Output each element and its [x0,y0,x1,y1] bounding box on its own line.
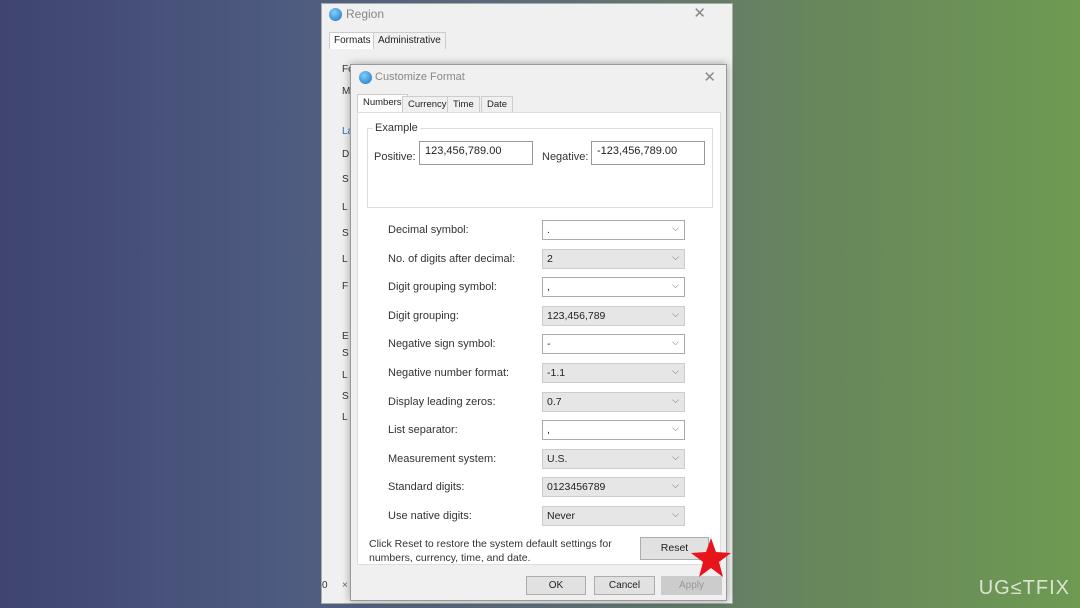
close-icon[interactable]: ✕ [693,4,706,22]
setting-row: Digit grouping symbol: , ⌵ [388,277,688,298]
example-legend: Example [373,122,420,134]
globe-icon [359,71,372,84]
setting-value: 123,456,789 [547,309,606,322]
chevron-down-icon[interactable]: ⌵ [672,366,679,377]
setting-label: Negative sign symbol: [388,338,496,351]
setting-combo[interactable]: 123,456,789 ⌵ [542,305,685,326]
partial-label: D [342,149,350,160]
setting-row: List separator: , ⌵ [388,420,688,441]
tab-time[interactable]: Time [447,96,480,113]
setting-row: Standard digits: 0123456789 ⌵ [388,477,688,498]
setting-label: Measurement system: [388,452,497,465]
setting-row: Negative number format: -1.1 ⌵ [388,363,688,383]
tab-currency[interactable]: Currency [402,96,453,113]
setting-value: , [547,281,550,294]
setting-label: List separator: [388,424,458,437]
watermark-logo: UG≤TFIX [978,577,1070,599]
close-icon[interactable]: ✕ [703,68,716,86]
tab-formats[interactable]: Formats [329,32,376,49]
tab-administrative[interactable]: Administrative [373,32,446,49]
setting-label: Use native digits: [388,510,472,522]
partial-label: F [342,281,349,292]
setting-combo[interactable]: , ⌵ [542,420,685,441]
setting-combo[interactable]: 2 ⌵ [542,248,685,269]
tab-date[interactable]: Date [481,96,514,113]
setting-value: -1.1 [547,367,566,379]
setting-row: Measurement system: U.S. ⌵ [388,448,688,469]
close-icon[interactable]: × [342,580,348,591]
negative-value: -123,456,789.00 [591,141,705,165]
region-title: Region [346,7,385,21]
setting-row: Decimal symbol: . ⌵ [388,220,688,240]
ok-button[interactable]: OK [526,576,586,595]
setting-label: Digit grouping: [388,309,459,322]
setting-label: Decimal symbol: [388,224,469,236]
setting-value: - [547,338,551,351]
setting-value: . [547,224,550,236]
setting-combo[interactable]: - ⌵ [542,334,685,355]
chevron-down-icon[interactable]: ⌵ [672,223,679,234]
dialog-title: Customize Format [375,71,465,83]
setting-value: U.S. [547,452,568,465]
globe-icon [329,8,342,21]
chevron-down-icon[interactable]: ⌵ [672,452,679,463]
partial-label: S [342,348,349,359]
setting-value: 0.7 [547,395,562,408]
example-group: Example Positive: 123,456,789.00 Negativ… [367,122,713,208]
chevron-down-icon[interactable]: ⌵ [672,395,679,406]
partial-label: L [342,254,348,265]
setting-combo[interactable]: Never ⌵ [542,506,685,526]
partial-label: L [342,370,348,381]
partial-label: E [342,331,349,342]
setting-row: No. of digits after decimal: 2 ⌵ [388,248,688,269]
setting-row: Digit grouping: 123,456,789 ⌵ [388,305,688,326]
setting-value: 2 [547,252,553,265]
setting-value: 0123456789 [547,481,606,494]
chevron-down-icon[interactable]: ⌵ [672,423,679,434]
chevron-down-icon[interactable]: ⌵ [672,280,679,291]
setting-label: Standard digits: [388,481,465,494]
partial-label: L [342,412,348,423]
star-annotation-icon [691,538,731,577]
setting-combo[interactable]: , ⌵ [542,277,685,298]
setting-value: , [547,424,550,437]
customize-format-dialog: Customize Format ✕ Numbers Currency Time… [350,64,727,601]
setting-combo[interactable]: 0.7 ⌵ [542,391,685,412]
numbers-panel: Example Positive: 123,456,789.00 Negativ… [357,112,721,565]
partial-field: 0 [322,580,328,591]
setting-combo[interactable]: . ⌵ [542,220,685,240]
star-shape [691,538,731,577]
setting-combo[interactable]: 0123456789 ⌵ [542,477,685,498]
setting-combo[interactable]: U.S. ⌵ [542,448,685,469]
partial-label: S [342,228,349,239]
tab-numbers[interactable]: Numbers [357,94,408,113]
chevron-down-icon[interactable]: ⌵ [672,309,679,320]
chevron-down-icon[interactable]: ⌵ [672,252,679,263]
negative-label: Negative: [542,151,589,163]
positive-label: Positive: [374,151,416,163]
setting-row: Display leading zeros: 0.7 ⌵ [388,391,688,412]
setting-value: Never [547,510,576,522]
reset-note: Click Reset to restore the system defaul… [369,538,612,564]
cancel-button[interactable]: Cancel [594,576,655,595]
chevron-down-icon[interactable]: ⌵ [672,480,679,491]
partial-label: S [342,174,349,185]
setting-row: Negative sign symbol: - ⌵ [388,334,688,355]
setting-label: Digit grouping symbol: [388,281,497,294]
setting-label: No. of digits after decimal: [388,252,516,265]
positive-value: 123,456,789.00 [419,141,533,165]
chevron-down-icon[interactable]: ⌵ [672,337,679,348]
partial-label: S [342,391,349,402]
chevron-down-icon[interactable]: ⌵ [672,509,679,520]
setting-label: Negative number format: [388,367,510,379]
setting-combo[interactable]: -1.1 ⌵ [542,363,685,383]
setting-label: Display leading zeros: [388,395,496,408]
setting-row: Use native digits: Never ⌵ [388,506,688,526]
partial-label: L [342,202,348,213]
